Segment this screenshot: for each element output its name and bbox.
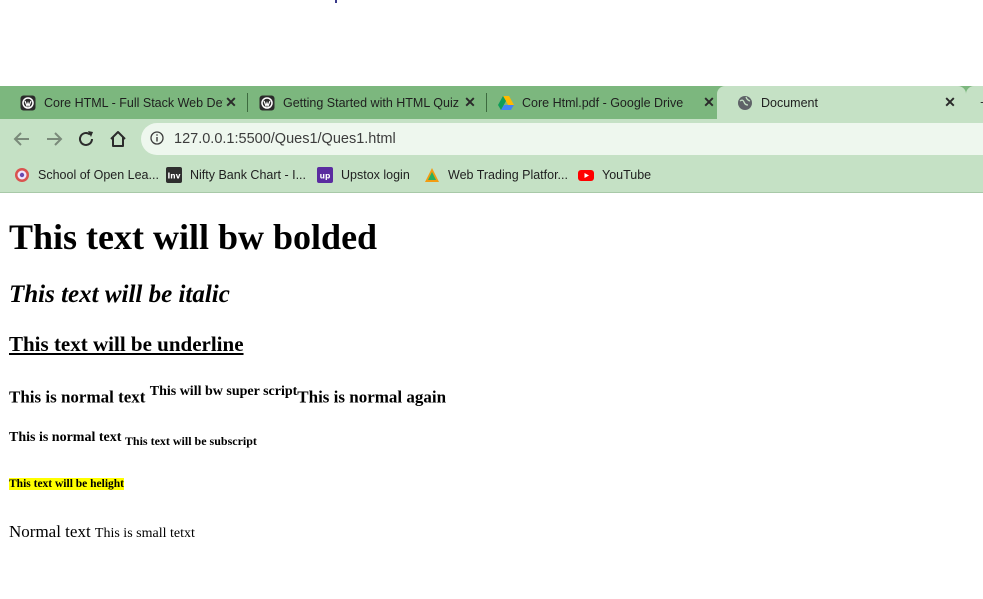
svg-text:up: up bbox=[320, 172, 331, 181]
google-drive-icon bbox=[498, 95, 514, 111]
tab-google-drive[interactable]: Core Html.pdf - Google Drive ✕ bbox=[478, 86, 725, 119]
back-arrow-icon bbox=[13, 132, 29, 146]
bookmarks-bar: School of Open Lea... Inv Nifty Bank Cha… bbox=[0, 159, 983, 193]
reload-icon bbox=[79, 131, 93, 146]
bookmark-trading[interactable]: Web Trading Platfor... bbox=[424, 166, 568, 184]
underline-heading: This text will be underline bbox=[9, 332, 244, 356]
investing-icon: Inv bbox=[166, 167, 182, 183]
bookmark-school[interactable]: School of Open Lea... bbox=[14, 166, 159, 184]
small-text: This is small tetxt bbox=[94, 526, 195, 541]
globe-icon bbox=[737, 95, 753, 111]
blank-area bbox=[0, 0, 983, 86]
bookmark-upstox[interactable]: up Upstox login bbox=[317, 166, 410, 184]
bookmark-label: School of Open Lea... bbox=[38, 168, 159, 182]
svg-text:Inv: Inv bbox=[167, 172, 180, 181]
tab-separator bbox=[486, 93, 487, 112]
tab-title: Core HTML - Full Stack Web Deve bbox=[44, 95, 223, 110]
subscript-line: This is normal text This text will be su… bbox=[9, 428, 257, 451]
bookmark-label: Upstox login bbox=[341, 168, 410, 182]
site-favicon-icon bbox=[20, 95, 36, 111]
browser-toolbar bbox=[0, 119, 983, 159]
trading-icon bbox=[424, 167, 440, 183]
bookmark-nifty[interactable]: Inv Nifty Bank Chart - I... bbox=[166, 166, 306, 184]
url-input[interactable] bbox=[174, 129, 674, 149]
close-tab-icon[interactable]: ✕ bbox=[701, 94, 717, 111]
tab-separator bbox=[247, 93, 248, 112]
back-button[interactable] bbox=[10, 127, 34, 151]
site-favicon-icon bbox=[259, 95, 275, 111]
close-tab-icon[interactable]: ✕ bbox=[223, 94, 239, 111]
youtube-icon bbox=[578, 167, 594, 183]
bold-heading: This text will bw bolded bbox=[9, 217, 378, 257]
tab-core-html[interactable]: Core HTML - Full Stack Web Deve ✕ bbox=[0, 86, 247, 119]
normal-text: Normal text bbox=[9, 522, 95, 541]
normal-text: This is normal again bbox=[297, 387, 447, 407]
bookmark-label: Web Trading Platfor... bbox=[448, 168, 568, 182]
tab-document[interactable]: Document ✕ bbox=[717, 86, 966, 119]
bookmark-label: Nifty Bank Chart - I... bbox=[190, 168, 307, 182]
bookmark-youtube[interactable]: YouTube bbox=[578, 166, 651, 184]
highlighted-text: This text will be helight bbox=[9, 478, 125, 490]
subscript-text: This text will be subscript bbox=[124, 433, 257, 448]
school-icon bbox=[14, 167, 30, 183]
forward-arrow-icon bbox=[47, 132, 63, 146]
tab-html-quiz[interactable]: Getting Started with HTML Quiz ✕ bbox=[239, 86, 486, 119]
stray-dot bbox=[335, 0, 337, 3]
highlight-line: This text will be helight bbox=[9, 476, 125, 492]
tab-title: Document bbox=[761, 95, 818, 110]
small-text-line: Normal text This is small tetxt bbox=[9, 521, 195, 545]
superscript-line: This is normal text This will bw super s… bbox=[9, 381, 446, 410]
home-button[interactable] bbox=[106, 127, 130, 151]
info-icon bbox=[150, 131, 164, 145]
normal-text: This is normal text bbox=[9, 430, 125, 445]
italic-heading: This text will be italic bbox=[9, 281, 230, 308]
close-tab-icon[interactable]: ✕ bbox=[942, 94, 958, 111]
superscript-text: This will bw super script bbox=[149, 384, 298, 399]
tab-title: Getting Started with HTML Quiz bbox=[283, 95, 459, 110]
tab-strip: Core HTML - Full Stack Web Deve ✕ Gettin… bbox=[0, 86, 983, 119]
address-bar[interactable] bbox=[141, 123, 983, 155]
bookmark-label: YouTube bbox=[602, 168, 652, 182]
upstox-icon: up bbox=[317, 167, 333, 183]
home-icon bbox=[110, 131, 126, 147]
tab-title: Core Html.pdf - Google Drive bbox=[522, 95, 684, 110]
new-tab-button[interactable]: + bbox=[966, 86, 983, 119]
forward-button[interactable] bbox=[42, 127, 66, 151]
close-tab-icon[interactable]: ✕ bbox=[462, 94, 478, 111]
reload-button[interactable] bbox=[74, 127, 98, 151]
normal-text: This is normal text bbox=[9, 387, 150, 407]
